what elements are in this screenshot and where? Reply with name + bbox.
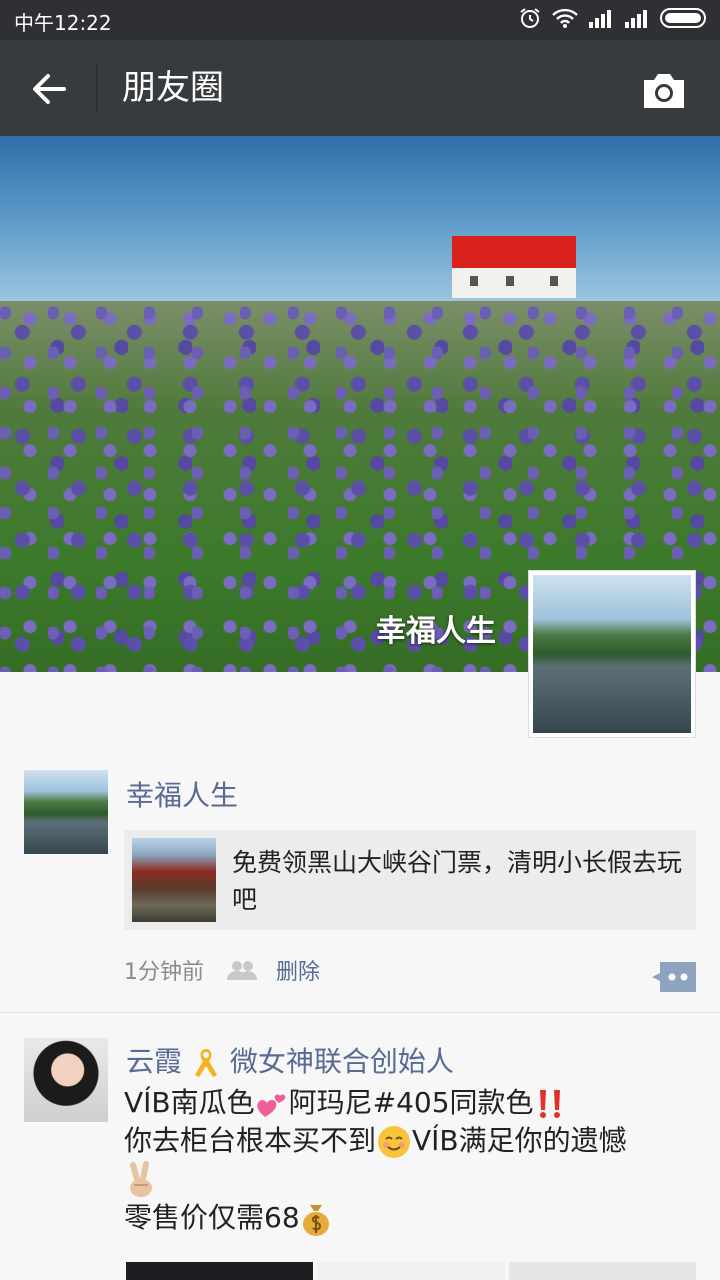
post-content: VÍB南瓜色 阿玛尼#405同款色 你去柜台根本买不到 VÍB满足你的遗憾 零售… <box>124 1084 694 1237</box>
content-line-1: VÍB南瓜色 阿玛尼#405同款色 <box>124 1084 694 1122</box>
profile-avatar[interactable] <box>528 570 696 738</box>
post-image[interactable] <box>508 1262 696 1280</box>
status-bar: 中午12:22 <box>0 0 720 40</box>
hearts-emoji-icon <box>256 1094 285 1117</box>
signal-icon-2 <box>625 10 647 28</box>
page-title: 朋友圈 <box>122 68 224 108</box>
post-divider <box>0 1012 720 1013</box>
smiling-face-icon <box>378 1126 411 1158</box>
content-line-3 <box>124 1160 694 1199</box>
author-name: 云霞 <box>126 1045 183 1078</box>
post-time: 1分钟前 <box>124 960 204 985</box>
post-image[interactable] <box>317 1262 505 1280</box>
back-arrow-icon[interactable] <box>28 68 70 110</box>
content-line-2: 你去柜台根本买不到 VÍB满足你的遗憾 <box>124 1122 694 1160</box>
post-avatar[interactable] <box>24 1038 108 1122</box>
shared-link-card[interactable]: 免费领黑山大峡谷门票，清明小长假去玩吧 <box>124 830 696 930</box>
content-line-4: 零售价仅需68 <box>124 1199 694 1237</box>
victory-hand-icon <box>130 1161 152 1197</box>
nav-divider <box>96 64 97 112</box>
post-meta: 1分钟前 删除 <box>124 954 320 986</box>
double-exclamation-icon <box>539 1090 560 1118</box>
post-avatar[interactable] <box>24 770 108 854</box>
wifi-icon <box>552 8 578 28</box>
ribbon-emoji-icon <box>194 1049 217 1077</box>
cover-house <box>448 236 578 298</box>
shared-link-title: 免费领黑山大峡谷门票，清明小长假去玩吧 <box>232 848 683 914</box>
camera-icon[interactable] <box>640 70 688 110</box>
post-image[interactable] <box>126 1262 314 1280</box>
money-bag-icon <box>302 1205 329 1236</box>
status-time: 中午12:22 <box>14 11 112 35</box>
cover-username: 幸福人生 <box>376 614 496 649</box>
post-image-strip[interactable] <box>126 1262 696 1280</box>
delete-link[interactable]: 删除 <box>276 954 320 986</box>
shared-link-thumbnail <box>132 838 216 922</box>
nav-bar: 朋友圈 <box>0 40 720 136</box>
battery-icon <box>660 8 706 28</box>
alarm-icon <box>520 8 540 28</box>
signal-icon <box>589 10 611 28</box>
post-author[interactable]: 幸福人生 <box>126 774 238 814</box>
cover-sky <box>0 136 720 316</box>
author-title: 微女神联合创始人 <box>229 1045 454 1078</box>
post-author[interactable]: 云霞 微女神联合创始人 <box>126 1040 454 1080</box>
status-icons <box>518 6 710 30</box>
comment-icon[interactable] <box>652 962 696 992</box>
friends-visibility-icon <box>227 961 257 980</box>
